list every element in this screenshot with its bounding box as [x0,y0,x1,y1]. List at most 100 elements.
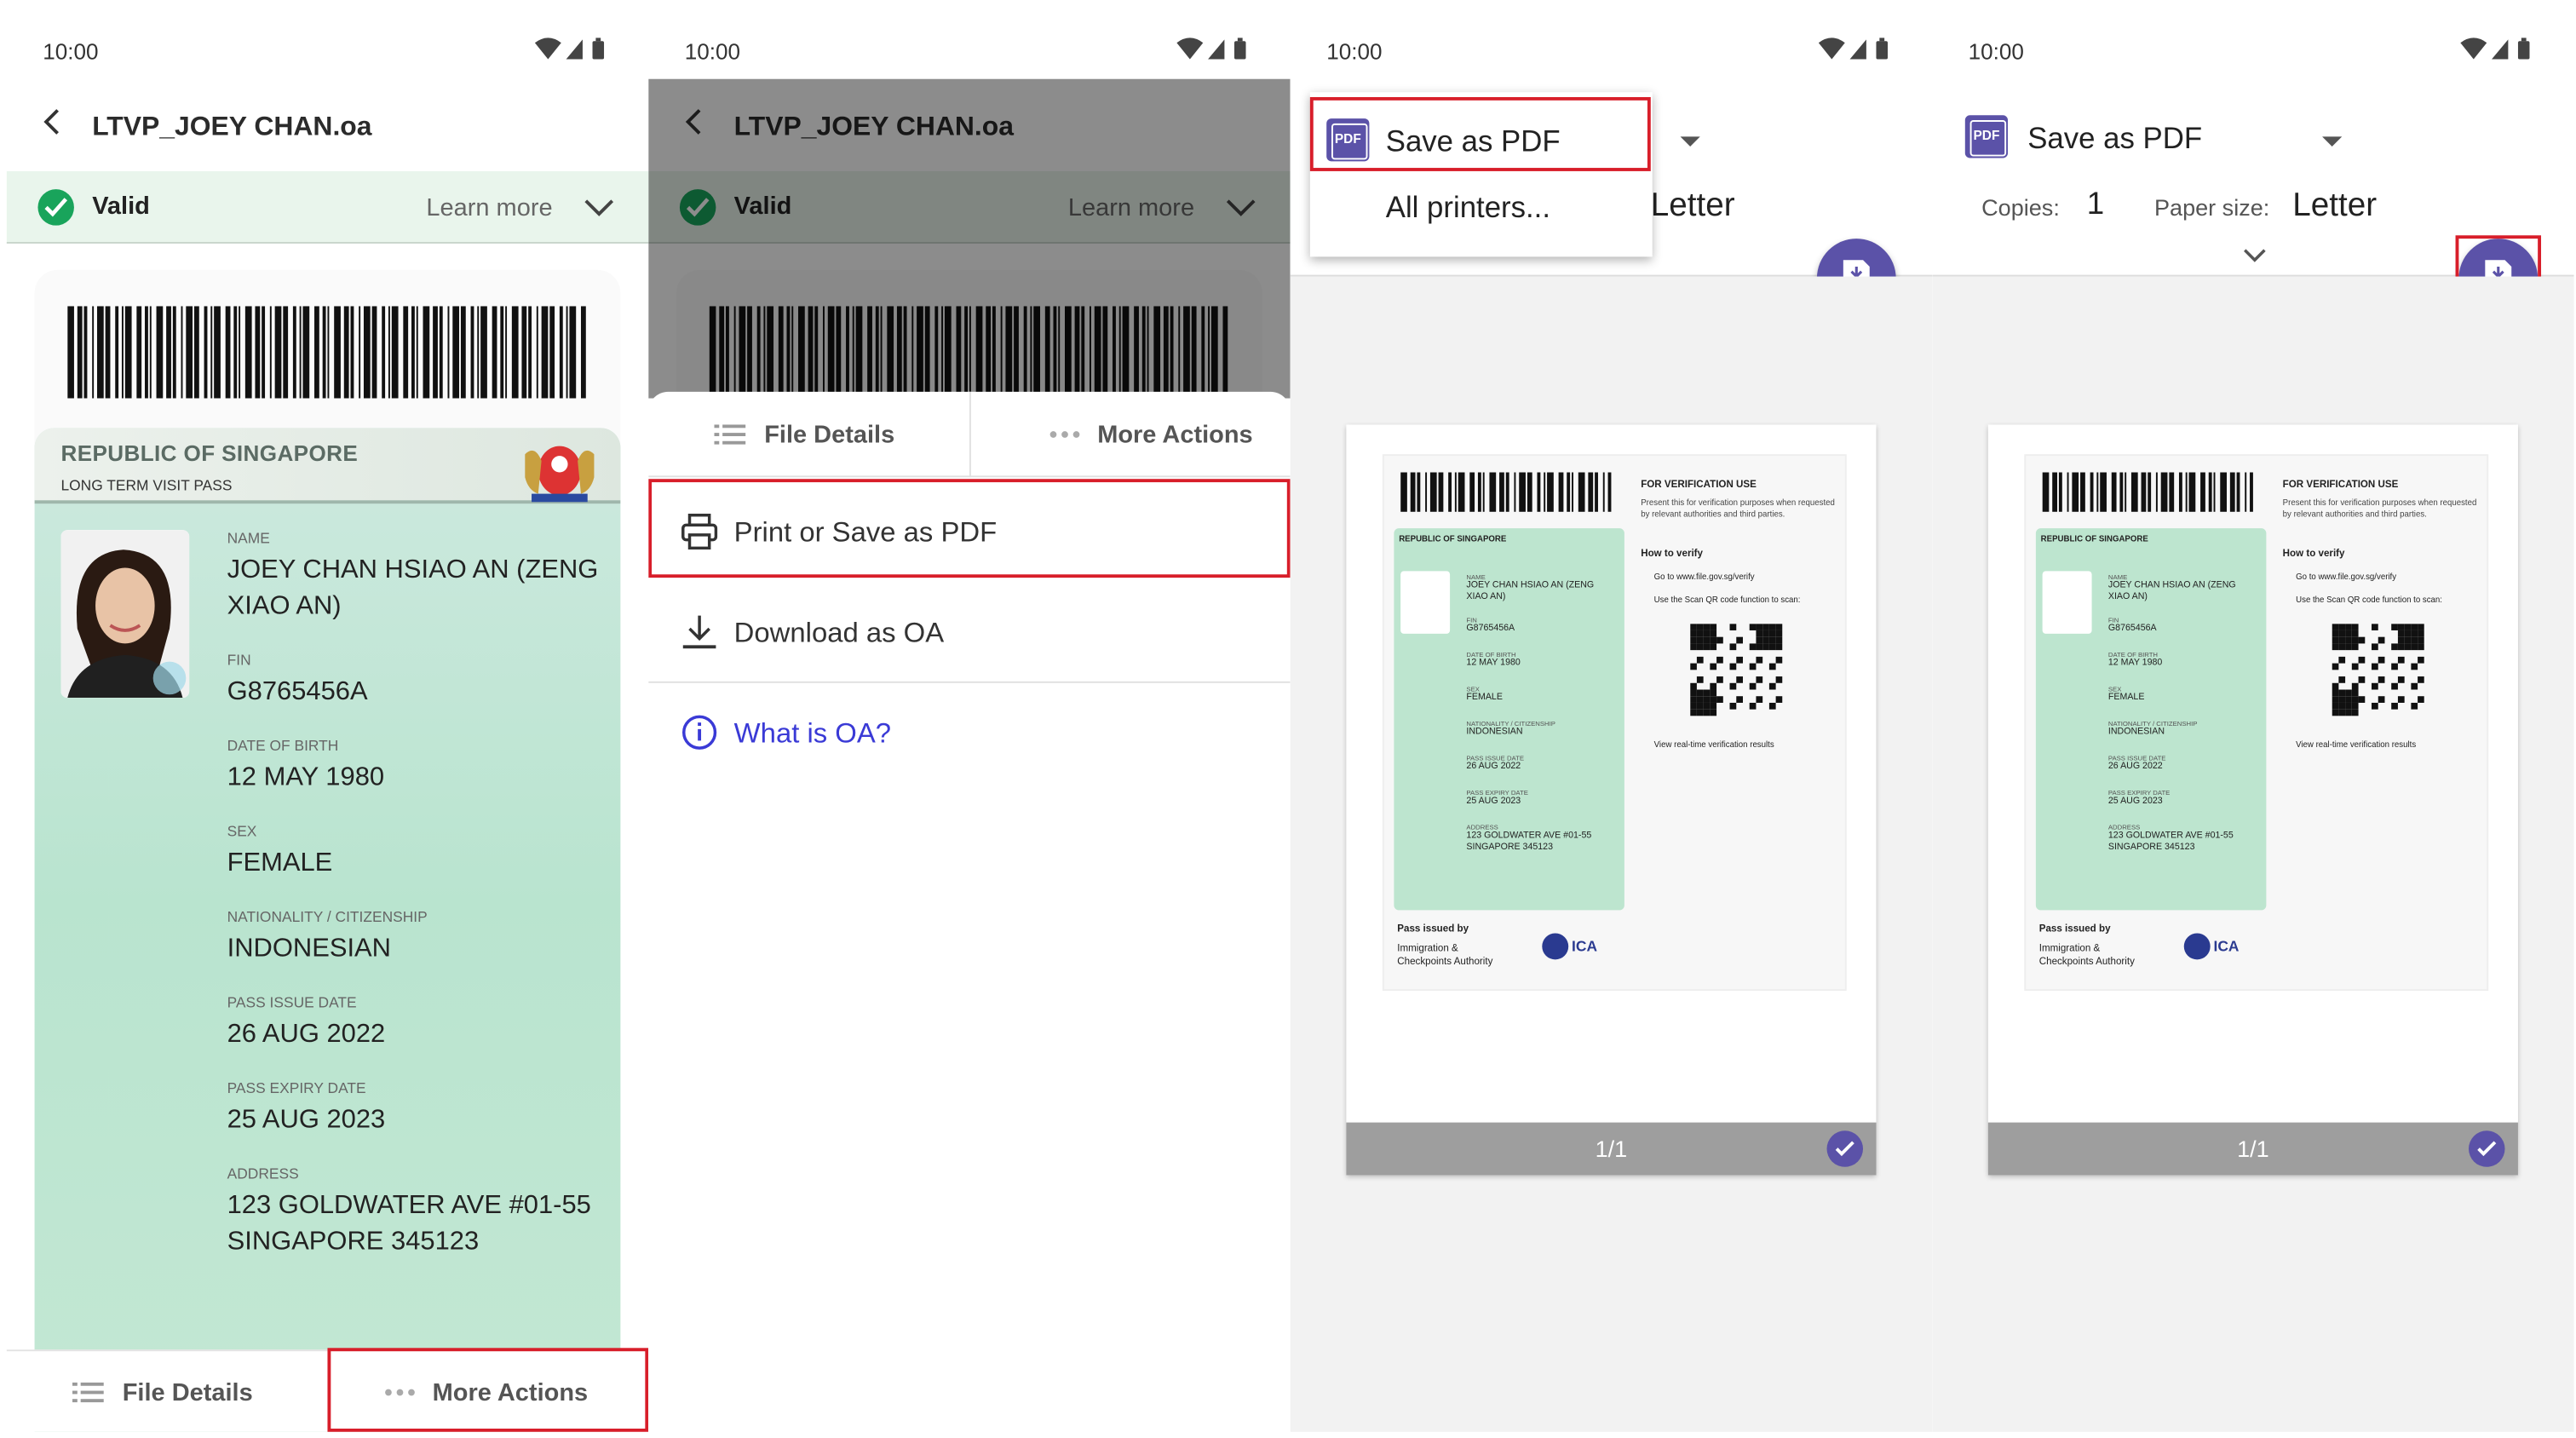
wifi-icon [1176,37,1204,60]
paper-size-value[interactable]: Letter [2292,187,2377,225]
qr-module [2332,630,2339,637]
qr-module [2378,636,2385,644]
qr-module [2418,636,2424,644]
barcode-bar [181,306,183,399]
page-select-check[interactable] [1826,1130,1864,1167]
barcode-bar [2141,472,2147,512]
back-arrow-icon[interactable] [37,106,70,139]
preview-document: REPUBLIC OF SINGAPORE NAME JOEY CHAN HSIAO… [1382,454,1847,992]
field-label: PASS ISSUE DATE [227,993,357,1011]
paper-size-value[interactable]: Letter [1651,187,1735,225]
preview-step1: Go to www.file.gov.sg/verify [1653,572,1755,583]
barcode-bar [96,306,104,399]
qr-module [1710,682,1717,690]
tab-file-details[interactable]: File Details [648,392,961,477]
chevron-down-icon[interactable] [1679,135,1702,147]
panel-print-dialog: 10:00 PDF Save as PDF Copies: 1 Paper si… [1932,6,2574,1432]
barcode-bar [334,306,341,399]
barcode-bar [77,306,83,399]
field-value: 123 GOLDWATER AVE #01-55 SINGAPORE 34512… [227,1191,591,1257]
qr-module [2391,682,2398,690]
panel-document-view: 10:00 LTVP_JOEY CHAN.oa Valid Learn more… [6,6,649,1432]
qr-module [2397,630,2405,637]
tab-file-details-label: File Details [764,420,895,449]
barcode-bar [2090,472,2094,512]
barcode-bar [2067,472,2069,512]
barcode-bar [244,306,252,399]
barcode-bar [2080,472,2085,512]
qr-module [2338,676,2346,683]
preview-verification-title: FOR VERIFICATION USE [2282,480,2399,491]
barcode-bar [322,306,326,399]
qr-module [2338,630,2346,637]
qr-module [1703,643,1711,651]
barcode-bar [439,306,443,399]
highlight-print-item [648,479,1291,578]
chevron-down-icon[interactable] [2320,135,2343,147]
preview-qr-code [1690,624,1783,716]
preview-field-value: INDONESIAN [1466,727,1523,738]
validity-bar[interactable]: Valid Learn more [6,170,649,244]
learn-more-link[interactable]: Learn more [426,194,552,222]
preview-page[interactable]: REPUBLIC OF SINGAPORE NAME JOEY CHAN HSIAO… [1346,424,1877,1176]
highlight-more-actions [327,1348,649,1432]
barcode-bar [1438,472,1444,512]
qr-module [2332,702,2339,710]
what-is-oa-link[interactable]: What is OA? [648,685,1290,784]
dim-overlay[interactable] [648,78,1291,399]
page-select-check[interactable] [2469,1130,2505,1167]
qr-module [1690,636,1697,644]
tab-file-details[interactable]: File Details [7,1351,319,1432]
qr-module [1768,636,1776,644]
qr-module [2397,624,2405,630]
barcode [67,306,586,399]
preview-issued-by: Pass issued by [2038,924,2111,935]
download-oa-item[interactable]: Download as OA [648,584,1291,683]
qr-module [2391,624,2398,630]
barcode-bar [371,306,377,399]
qr-module [2338,689,2346,697]
expand-options-icon[interactable] [2241,247,2268,263]
status-icons [2458,37,2541,63]
signal-icon [1849,39,1866,60]
qr-module [1775,643,1783,651]
destination-select[interactable]: Save as PDF [2027,122,2202,157]
qr-module [2358,656,2366,664]
barcode-bar [416,306,418,399]
preview-step1: Go to www.file.gov.sg/verify [2296,572,2397,583]
qr-module [2358,696,2366,703]
id-card-header: REPUBLIC OF SINGAPORE LONG TERM VISIT PA… [34,428,621,504]
dropdown-all-printers[interactable]: All printers... [1386,191,1550,226]
chevron-down-icon[interactable] [583,196,616,219]
qr-module [2372,682,2378,690]
qr-module [2351,696,2359,703]
barcode-bar [1410,472,1416,512]
preview-page[interactable]: REPUBLIC OF SINGAPORE NAME JOEY CHAN HSIAO… [1987,424,2518,1176]
qr-module [1729,702,1737,710]
barcode-bar [124,306,132,399]
barcode-bar [1602,472,1605,512]
barcode-bar [452,306,460,399]
preview-step3: View real-time verification results [1653,740,1774,751]
qr-module [2378,656,2385,664]
tab-more-actions[interactable]: More Actions [994,392,1291,477]
barcode-bar [269,306,272,399]
field-label: SEX [227,823,257,840]
qr-module [2351,682,2359,690]
qr-module [1762,643,1769,651]
qr-module [2372,702,2378,710]
barcode-bar [541,306,549,399]
qr-module [1703,696,1711,703]
document-title: LTVP_JOEY CHAN.oa [92,112,372,142]
qr-module [2418,630,2424,637]
pdf-icon: PDF [1964,115,2009,158]
copies-value[interactable]: 1 [2087,187,2104,224]
preview-field-value: 25 AUG 2023 [1466,797,1521,807]
page-bar: 1/1 [1346,1122,1877,1176]
preview-ica: ICA [1572,938,1598,955]
qr-module [1749,663,1757,670]
barcode-bar [2185,472,2188,512]
barcode-bar [2052,472,2057,512]
qr-module [1768,630,1776,637]
qr-module [1696,630,1704,637]
